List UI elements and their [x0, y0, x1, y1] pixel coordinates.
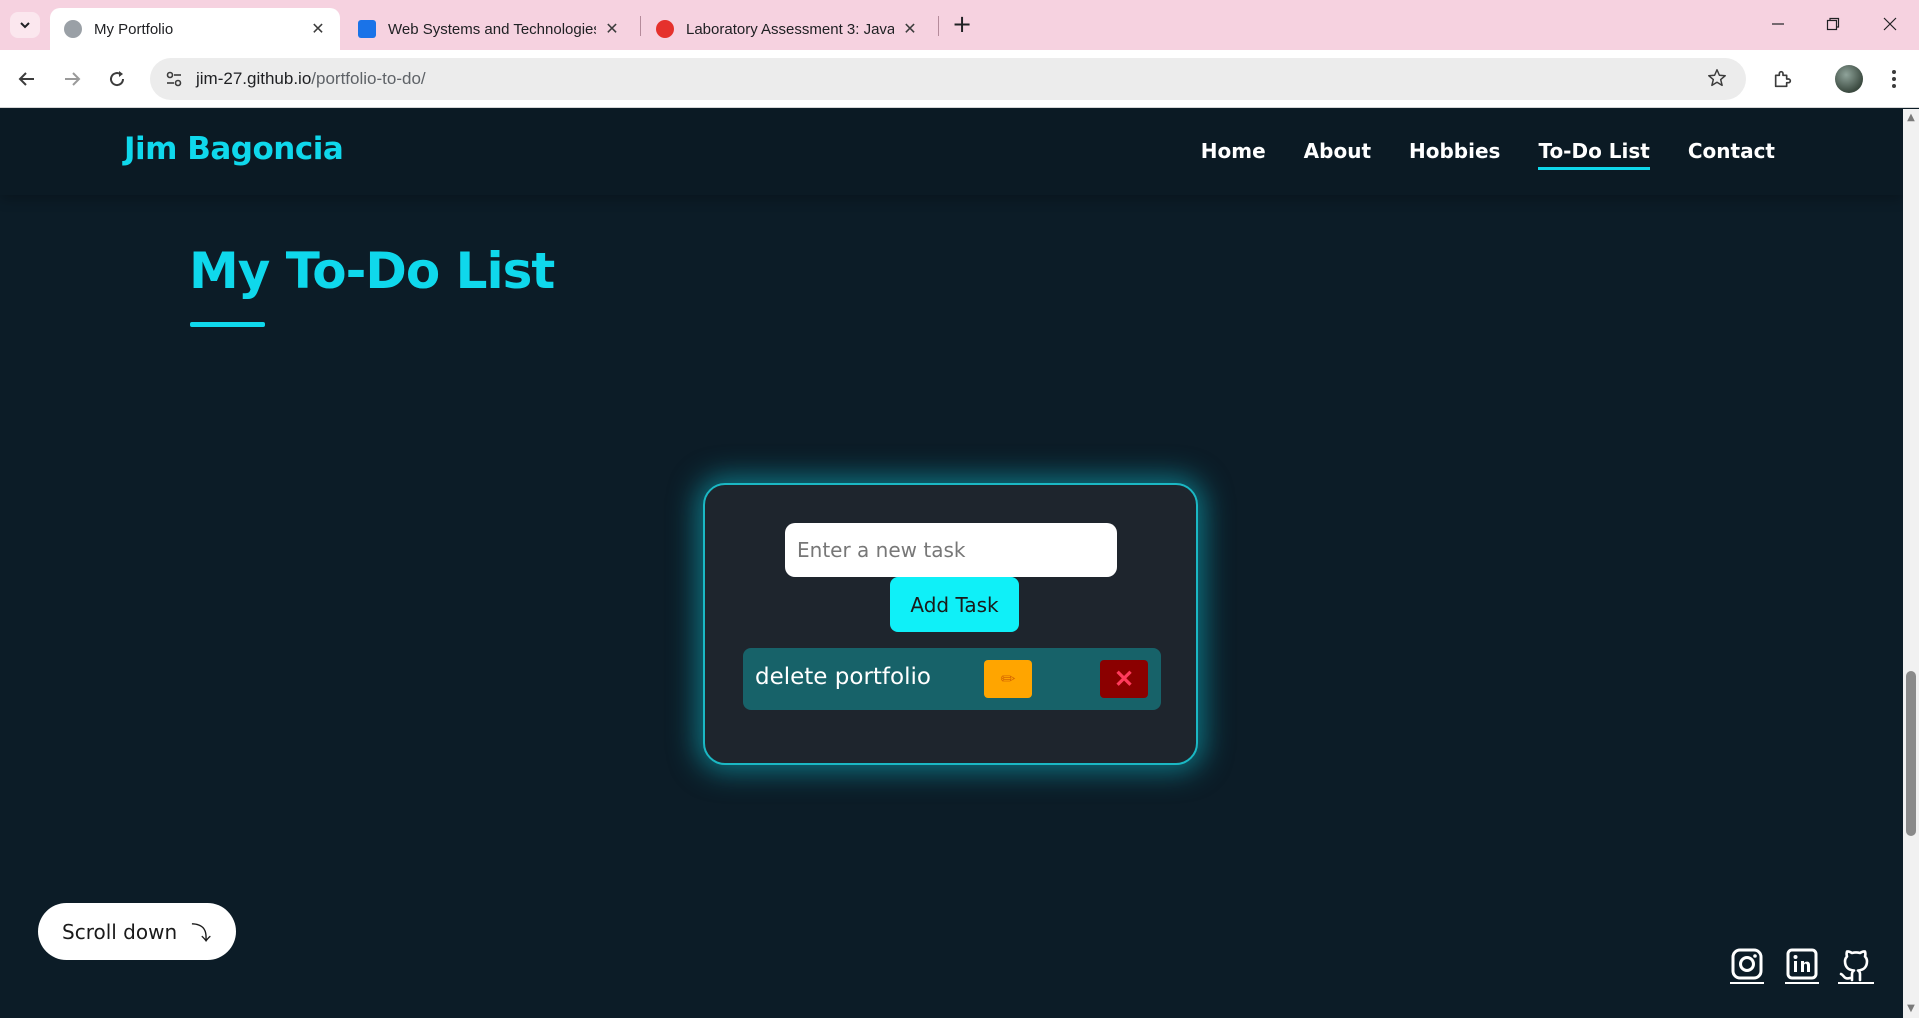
todo-card: Add Task delete portfolio ✏ ✕	[703, 483, 1198, 765]
add-task-button[interactable]: Add Task	[890, 577, 1019, 632]
site-logo[interactable]: Jim Bagoncia	[124, 131, 344, 167]
extensions-button[interactable]	[1768, 64, 1798, 94]
profile-avatar[interactable]	[1835, 65, 1863, 93]
tab-title: Laboratory Assessment 3: JavaS	[686, 20, 894, 38]
restore-icon	[1826, 17, 1840, 31]
reload-icon	[110, 71, 125, 87]
tab-divider	[640, 16, 641, 36]
nav-home[interactable]: Home	[1201, 139, 1266, 170]
site-info-button[interactable]	[160, 65, 188, 93]
tab-web-systems[interactable]: Web Systems and Technologies ✕	[344, 8, 634, 50]
browser-toolbar: jim-27.github.io/portfolio-to-do/	[0, 50, 1919, 108]
back-button[interactable]	[12, 64, 42, 94]
minimize-icon	[1772, 23, 1784, 25]
scroll-down-arrow[interactable]: ▼	[1906, 1004, 1916, 1014]
reload-button[interactable]	[102, 64, 132, 94]
page-scrollbar[interactable]: ▲ ▼	[1903, 109, 1919, 1018]
tab-title: Web Systems and Technologies	[388, 20, 596, 38]
restore-button[interactable]	[1813, 10, 1853, 38]
arrow-left-icon	[18, 72, 34, 86]
task-item: delete portfolio ✏ ✕	[743, 648, 1161, 710]
nav-hobbies[interactable]: Hobbies	[1409, 139, 1500, 170]
linkedin-icon	[1785, 948, 1819, 984]
globe-icon	[64, 20, 82, 38]
tab-lab-assessment[interactable]: Laboratory Assessment 3: JavaS ✕	[642, 8, 932, 50]
scrollbar-thumb[interactable]	[1906, 671, 1916, 836]
close-icon[interactable]: ✕	[310, 19, 326, 39]
url-text: jim-27.github.io/portfolio-to-do/	[196, 69, 426, 89]
url-path: /portfolio-to-do/	[311, 69, 426, 88]
new-tab-button[interactable]: +	[948, 10, 976, 38]
browser-menu-button[interactable]	[1880, 64, 1908, 94]
pencil-icon: ✏	[1000, 668, 1016, 689]
page-title: My To-Do List	[189, 242, 555, 300]
scroll-down-label: Scroll down	[62, 919, 178, 944]
nav-contact[interactable]: Contact	[1688, 139, 1775, 170]
new-task-input[interactable]	[785, 523, 1117, 577]
linkedin-link[interactable]	[1783, 945, 1821, 985]
site-header: Jim Bagoncia Home About Hobbies To-Do Li…	[0, 109, 1903, 195]
github-icon	[1838, 950, 1874, 984]
browser-tab-strip: My Portfolio ✕ Web Systems and Technolog…	[0, 0, 1919, 50]
star-icon	[1708, 69, 1726, 87]
close-icon	[1883, 17, 1897, 31]
edit-task-button[interactable]: ✏	[984, 660, 1032, 698]
classroom-icon	[358, 20, 376, 38]
tab-title: My Portfolio	[94, 20, 174, 38]
url-domain: jim-27.github.io	[196, 69, 312, 88]
nav-about[interactable]: About	[1304, 139, 1371, 170]
main-nav: Home About Hobbies To-Do List Contact	[1201, 139, 1775, 170]
scroll-up-arrow[interactable]: ▲	[1906, 113, 1916, 123]
instagram-icon	[1730, 948, 1764, 984]
task-text: delete portfolio	[755, 664, 931, 690]
close-icon[interactable]: ✕	[902, 19, 918, 39]
tab-search-button[interactable]	[10, 12, 40, 38]
window-close-button[interactable]	[1870, 10, 1910, 38]
github-link[interactable]	[1837, 945, 1875, 985]
more-vert-icon	[1892, 70, 1896, 88]
bookmark-star-button[interactable]	[1706, 67, 1730, 91]
instagram-link[interactable]	[1728, 945, 1766, 985]
nav-to-do-list[interactable]: To-Do List	[1538, 139, 1650, 170]
arrow-down-icon: ⤵	[191, 921, 212, 945]
title-underline	[190, 322, 265, 327]
canvas-icon	[656, 20, 674, 38]
page-viewport: Jim Bagoncia Home About Hobbies To-Do Li…	[0, 109, 1903, 1018]
minimize-button[interactable]	[1758, 10, 1798, 38]
tune-icon	[166, 71, 182, 87]
puzzle-icon	[1774, 70, 1792, 88]
tab-my-portfolio[interactable]: My Portfolio ✕	[50, 8, 340, 50]
close-icon: ✕	[1113, 665, 1135, 693]
scroll-down-button[interactable]: Scroll down ⤵	[38, 903, 236, 960]
forward-button[interactable]	[57, 64, 87, 94]
tab-divider	[938, 16, 939, 36]
address-bar[interactable]: jim-27.github.io/portfolio-to-do/	[150, 58, 1746, 100]
delete-task-button[interactable]: ✕	[1100, 660, 1148, 698]
arrow-right-icon	[65, 72, 81, 86]
close-icon[interactable]: ✕	[604, 19, 620, 39]
chevron-down-icon	[20, 22, 30, 29]
